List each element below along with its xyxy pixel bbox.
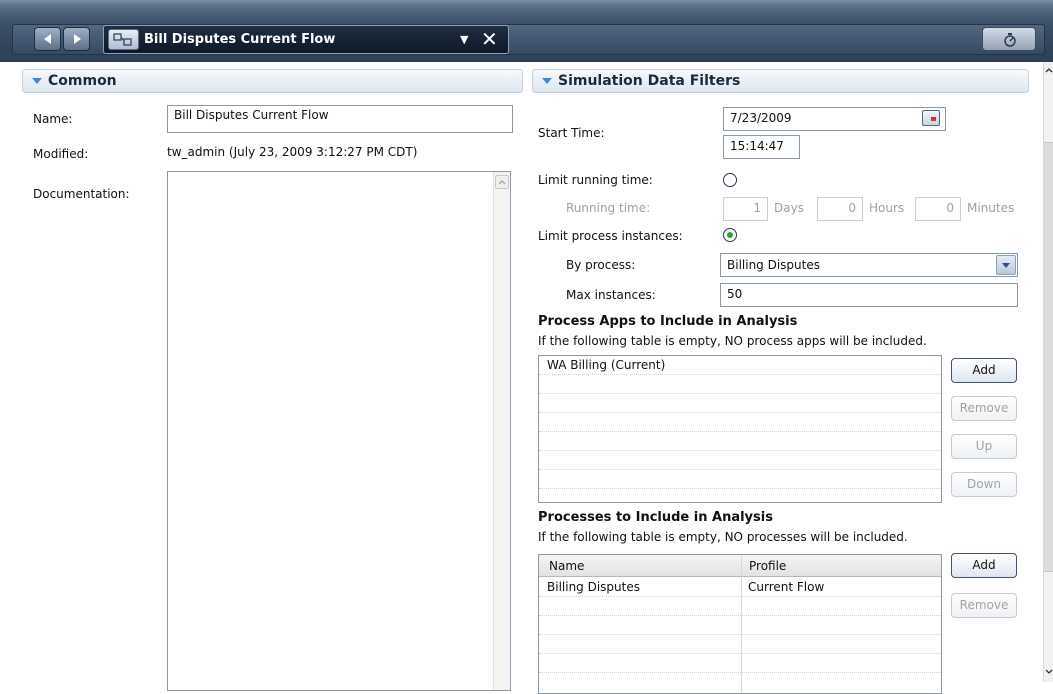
scrollbar-thumb[interactable] (1044, 142, 1053, 572)
scroll-down-icon[interactable] (1045, 668, 1053, 676)
table-row (539, 616, 941, 635)
max-instances-label: Max instances: (566, 288, 656, 302)
max-instances-field[interactable]: 50 (720, 283, 1018, 307)
processes-note: If the following table is empty, NO proc… (538, 530, 908, 544)
process-profile-cell: Current Flow (748, 580, 825, 594)
table-row[interactable]: WA Billing (Current) (539, 356, 941, 375)
filters-section-title: Simulation Data Filters (558, 73, 741, 89)
name-field[interactable]: Bill Disputes Current Flow (167, 105, 513, 133)
limit-running-time-label: Limit running time: (538, 173, 653, 187)
processes-add-button[interactable]: Add (951, 553, 1017, 578)
table-row (539, 375, 941, 394)
scroll-up-icon[interactable] (1045, 66, 1053, 74)
close-icon[interactable]: ✕ (481, 27, 498, 51)
modified-value: tw_admin (July 23, 2009 3:12:27 PM CDT) (167, 145, 418, 159)
limit-process-instances-label: Limit process instances: (538, 229, 683, 243)
table-row (539, 394, 941, 413)
minutes-label: Minutes (967, 201, 1015, 215)
by-process-value: Billing Disputes (727, 258, 820, 272)
back-arrow-icon (44, 34, 51, 44)
table-row (539, 597, 941, 616)
by-process-label: By process: (566, 258, 636, 272)
table-cell: WA Billing (Current) (547, 358, 666, 372)
days-field[interactable]: 1 (723, 197, 768, 221)
documentation-label: Documentation: (33, 187, 130, 201)
table-row (539, 413, 941, 432)
table-row (539, 635, 941, 654)
processes-title: Processes to Include in Analysis (538, 510, 773, 525)
limit-process-instances-radio[interactable] (723, 228, 737, 242)
filters-section-header[interactable]: Simulation Data Filters (532, 69, 1029, 93)
documentation-scrollbar[interactable] (493, 172, 510, 690)
table-row (539, 654, 941, 673)
run-simulation-button[interactable] (982, 27, 1036, 51)
modified-label: Modified: (33, 147, 89, 161)
minutes-field[interactable]: 0 (915, 197, 961, 221)
apps-remove-button[interactable]: Remove (951, 396, 1017, 421)
processes-remove-button[interactable]: Remove (951, 593, 1017, 618)
table-row (539, 470, 941, 489)
apps-add-button[interactable]: Add (951, 358, 1017, 383)
running-time-label: Running time: (566, 201, 651, 215)
start-time-label: Start Time: (538, 126, 605, 140)
common-section-header[interactable]: Common (22, 69, 523, 93)
table-row (539, 432, 941, 451)
page-scrollbar[interactable] (1043, 62, 1053, 682)
table-row (539, 451, 941, 470)
run-simulation-icon (1004, 33, 1016, 47)
by-process-select[interactable]: Billing Disputes (720, 253, 1018, 277)
table-header: Name Profile (539, 555, 941, 577)
chevron-down-icon[interactable] (996, 255, 1016, 275)
start-time-field[interactable]: 15:14:47 (723, 135, 800, 159)
process-diagram-icon (108, 29, 139, 50)
days-label: Days (774, 201, 804, 215)
calendar-icon[interactable] (922, 110, 940, 126)
hours-label: Hours (869, 201, 905, 215)
table-row[interactable]: Billing Disputes Current Flow (539, 578, 941, 597)
start-date-field[interactable]: 7/23/2009 (723, 107, 946, 131)
forward-arrow-icon (74, 34, 81, 44)
process-apps-table[interactable]: WA Billing (Current) (538, 355, 942, 503)
tab-title: Bill Disputes Current Flow (144, 32, 336, 47)
process-apps-title: Process Apps to Include in Analysis (538, 314, 798, 329)
collapse-triangle-icon (32, 78, 42, 84)
name-label: Name: (33, 112, 73, 126)
back-button[interactable] (34, 27, 61, 51)
apps-up-button[interactable]: Up (951, 434, 1017, 459)
hours-field[interactable]: 0 (817, 197, 863, 221)
process-apps-note: If the following table is empty, NO proc… (538, 334, 927, 348)
process-name-cell: Billing Disputes (547, 580, 640, 594)
apps-down-button[interactable]: Down (951, 472, 1017, 497)
documentation-textarea[interactable] (167, 171, 511, 691)
column-header-profile[interactable]: Profile (749, 559, 786, 573)
processes-table[interactable]: Name Profile Billing Disputes Current Fl… (538, 554, 942, 694)
limit-running-time-radio[interactable] (723, 173, 737, 187)
editor-tab[interactable]: Bill Disputes Current Flow ▼ ✕ (103, 25, 509, 54)
editor-toolbar: Bill Disputes Current Flow ▼ ✕ (0, 0, 1053, 62)
common-section-title: Common (48, 73, 117, 89)
forward-button[interactable] (63, 27, 90, 51)
collapse-triangle-icon (542, 78, 552, 84)
column-header-name[interactable]: Name (549, 559, 584, 573)
dropdown-icon[interactable]: ▼ (460, 33, 468, 46)
scroll-up-icon[interactable] (495, 175, 509, 189)
